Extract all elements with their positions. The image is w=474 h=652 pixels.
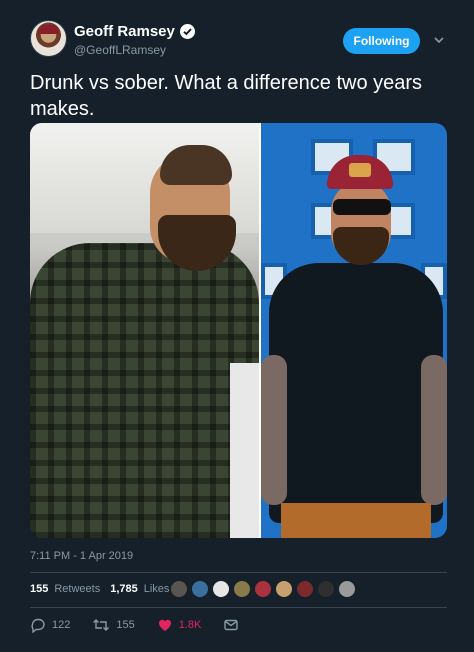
user-handle[interactable]: @GeoffLRamsey (74, 43, 166, 57)
reply-icon (31, 618, 45, 633)
direct-message-action[interactable] (223, 617, 239, 633)
chevron-down-icon[interactable] (432, 33, 446, 47)
retweet-action[interactable]: 155 (92, 617, 135, 633)
avatar[interactable] (30, 20, 67, 57)
tweet-timestamp[interactable]: 7:11 PM - 1 Apr 2019 (30, 550, 133, 562)
tweet-header: Geoff Ramsey @GeoffLRamsey Following (30, 20, 450, 64)
photo-sober[interactable] (261, 123, 447, 538)
liker-avatars[interactable] (170, 580, 356, 598)
liker-avatar[interactable] (233, 580, 251, 598)
retweet-icon (93, 619, 110, 631)
message-icon (224, 619, 239, 631)
tweet-media[interactable] (30, 123, 447, 538)
liker-avatar[interactable] (338, 580, 356, 598)
photo-drunk[interactable] (30, 123, 259, 538)
divider (30, 607, 447, 608)
liker-avatar[interactable] (254, 580, 272, 598)
heart-icon (158, 619, 171, 631)
reply-count: 122 (52, 619, 71, 631)
like-action[interactable]: 1.8K (157, 617, 202, 633)
like-count: 1.8K (178, 619, 202, 631)
liker-avatar[interactable] (275, 580, 293, 598)
liker-avatar[interactable] (170, 580, 188, 598)
liker-avatar[interactable] (296, 580, 314, 598)
tweet-text: Drunk vs sober. What a difference two ye… (30, 72, 423, 120)
liker-avatar[interactable] (212, 580, 230, 598)
divider (30, 572, 447, 573)
retweets-count[interactable]: 155 (30, 583, 48, 595)
retweets-label[interactable]: Retweets (54, 583, 100, 595)
liker-avatar[interactable] (191, 580, 209, 598)
display-name[interactable]: Geoff Ramsey (74, 23, 175, 40)
tweet-stats: 155 Retweets 1,785 Likes (30, 583, 169, 595)
following-button[interactable]: Following (343, 28, 420, 54)
retweet-count: 155 (116, 619, 135, 631)
liker-avatar[interactable] (317, 580, 335, 598)
tweet-actions: 122 155 1.8K (30, 617, 261, 633)
name-row: Geoff Ramsey (74, 23, 195, 40)
likes-count[interactable]: 1,785 (110, 583, 138, 595)
verified-badge-icon (179, 24, 195, 39)
reply-action[interactable]: 122 (30, 617, 70, 633)
likes-label[interactable]: Likes (144, 583, 170, 595)
